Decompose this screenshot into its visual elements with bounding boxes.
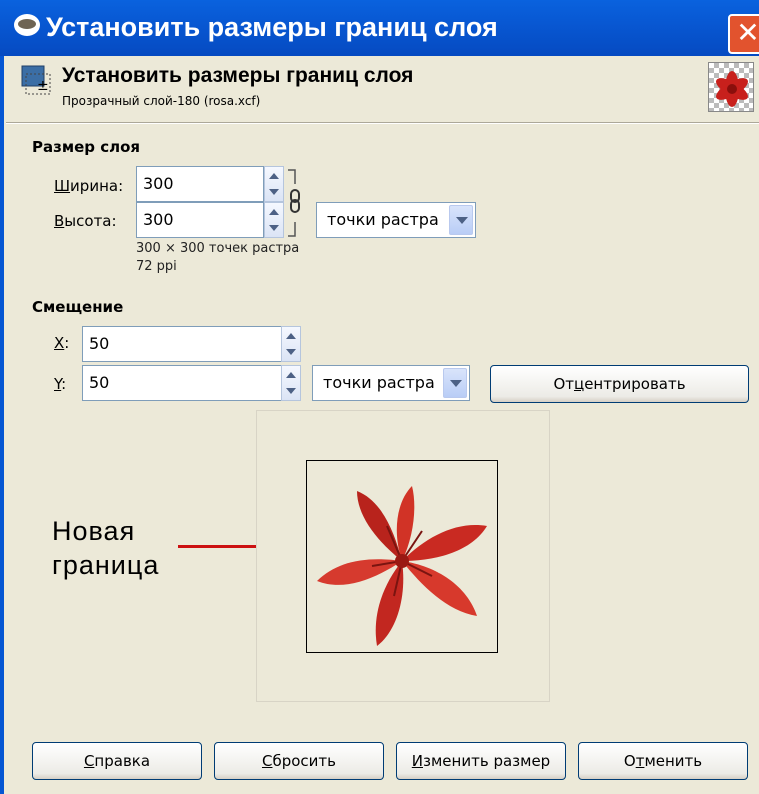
offset-y-label: Y:: [54, 375, 66, 393]
annotation-line-1: Новая: [52, 516, 136, 546]
height-label: Высота:: [54, 212, 117, 230]
reset-button[interactable]: Сбросить: [214, 742, 384, 780]
size-unit-value: точки растра: [327, 210, 439, 229]
height-label-accel: В: [54, 212, 65, 230]
resize-button[interactable]: Изменить размер: [396, 742, 566, 780]
window-border: [0, 56, 4, 794]
cancel-button[interactable]: Отменить: [578, 742, 748, 780]
help-button[interactable]: Справка: [32, 742, 202, 780]
size-info: 300 × 300 точек растра: [136, 241, 300, 256]
spin-down-icon[interactable]: [269, 189, 279, 195]
help-button-accel: С: [83, 752, 95, 770]
offset-y-spinner[interactable]: [281, 365, 301, 401]
width-label-accel: Ш: [54, 177, 71, 195]
offset-x-field[interactable]: 50: [82, 326, 282, 362]
cancel-button-text: менить: [644, 752, 703, 770]
offset-unit-value: точки растра: [323, 373, 435, 392]
chevron-down-icon[interactable]: [443, 368, 467, 398]
gimp-wilber-icon: [14, 14, 40, 36]
layer-thumbnail: [708, 62, 754, 112]
spin-up-icon[interactable]: [269, 209, 279, 215]
offset-x-spinner[interactable]: [281, 326, 301, 362]
offset-unit-select[interactable]: точки растра: [312, 365, 470, 401]
resolution-info: 72 ppi: [136, 259, 177, 274]
spin-up-icon[interactable]: [269, 173, 279, 179]
annotation-line-2: граница: [52, 550, 160, 580]
annotation-pointer-line: [178, 545, 256, 548]
offset-y-field[interactable]: 50: [82, 365, 282, 401]
offset-section-title: Смещение: [32, 298, 124, 316]
width-field[interactable]: 300: [136, 166, 264, 202]
chain-link-icon[interactable]: [286, 168, 304, 238]
width-label-text: ирина:: [70, 177, 124, 195]
help-button-text: правка: [94, 752, 151, 770]
spin-down-icon[interactable]: [286, 349, 296, 355]
size-unit-select[interactable]: точки растра: [316, 202, 476, 238]
reset-button-text: бросить: [272, 752, 336, 770]
resize-button-accel: И: [411, 752, 424, 770]
reset-button-accel: С: [261, 752, 273, 770]
layer-resize-icon: ±: [21, 65, 51, 95]
red-lily-thumbnail-icon: [716, 71, 748, 107]
offset-x-label-text: :: [64, 334, 70, 352]
svg-text:±: ±: [37, 78, 49, 94]
title-bar[interactable]: Установить размеры границ слоя: [0, 0, 759, 56]
spin-down-icon[interactable]: [269, 225, 279, 231]
center-button[interactable]: Отцентрировать: [490, 365, 749, 403]
offset-y-label-text: :: [61, 375, 67, 393]
height-spinner[interactable]: [264, 202, 284, 238]
window-title: Установить размеры границ слоя: [46, 12, 498, 42]
header-separator: [6, 122, 759, 124]
spin-up-icon[interactable]: [286, 372, 296, 378]
center-button-accel: ц: [573, 375, 585, 393]
cancel-button-text-pre: О: [623, 752, 636, 770]
width-label: Ширина:: [54, 177, 123, 195]
height-label-text: ысота:: [64, 212, 117, 230]
offset-x-label-accel: X: [54, 334, 65, 352]
center-button-text-post: ентрировать: [584, 375, 686, 393]
resize-button-text: зменить размер: [423, 752, 551, 770]
center-button-text-pre: От: [553, 375, 574, 393]
height-field[interactable]: 300: [136, 202, 264, 238]
new-boundary-annotation: Новая граница: [52, 514, 159, 582]
spin-down-icon[interactable]: [286, 388, 296, 394]
chevron-down-icon[interactable]: [449, 205, 473, 235]
width-spinner[interactable]: [264, 166, 284, 202]
close-button[interactable]: ✕: [728, 14, 759, 54]
layer-size-section-title: Размер слоя: [32, 138, 141, 156]
offset-x-label: X:: [54, 334, 69, 352]
dialog-heading: Установить размеры границ слоя: [62, 64, 414, 87]
spin-up-icon[interactable]: [286, 333, 296, 339]
layer-boundary-frame[interactable]: [306, 460, 498, 653]
dialog-subtitle: Прозрачный слой-180 (rosa.xcf): [62, 94, 261, 108]
red-lily-flower: [317, 486, 487, 646]
